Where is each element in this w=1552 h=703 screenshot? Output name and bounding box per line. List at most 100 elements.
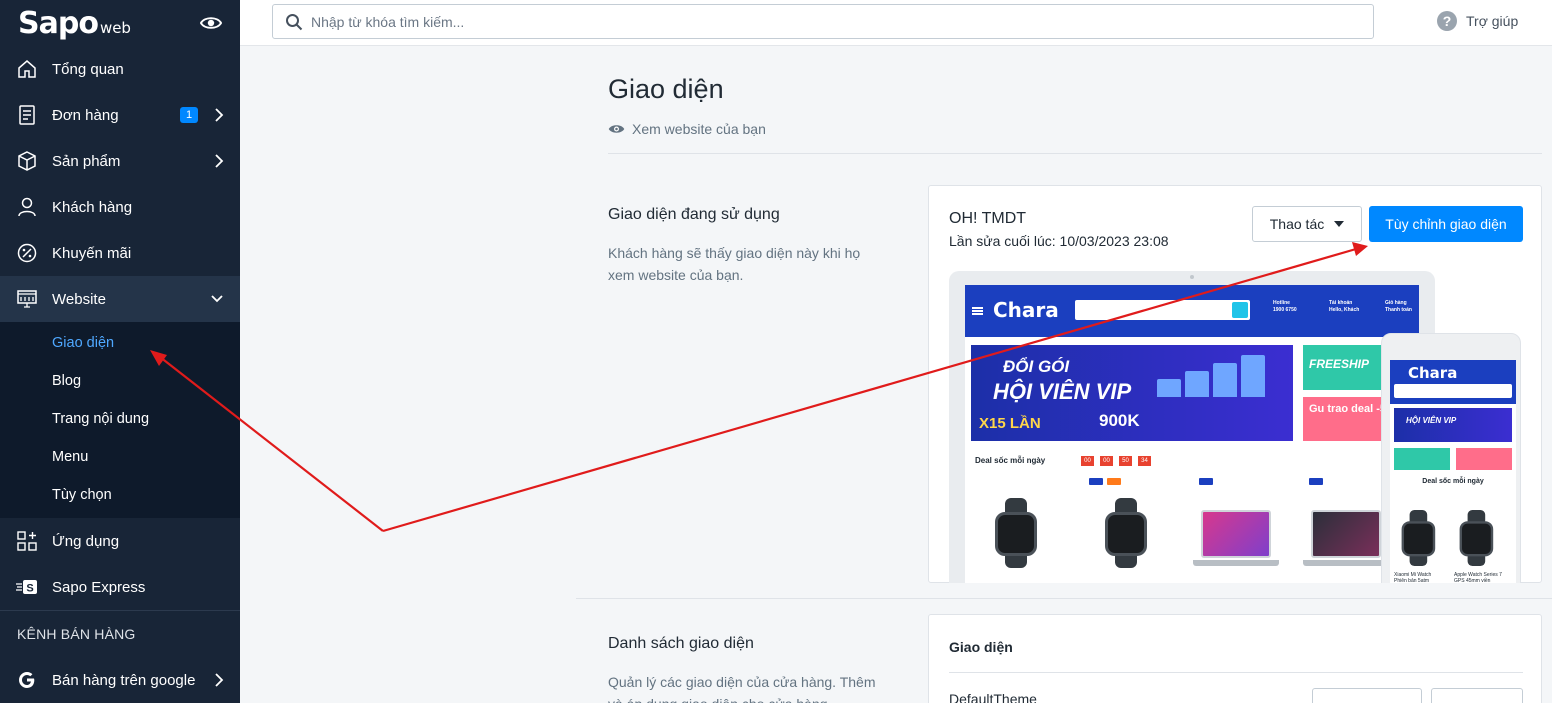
chevron-right-icon xyxy=(215,108,224,122)
help-link[interactable]: ? Trợ giúp xyxy=(1437,11,1518,31)
subnav-item-blog[interactable]: Blog xyxy=(0,362,240,400)
sidebar-item-apps[interactable]: Ứng dụng xyxy=(0,518,240,564)
chevron-down-icon xyxy=(211,295,223,303)
theme-actions-button[interactable] xyxy=(1312,688,1422,703)
search-icon xyxy=(286,13,303,30)
sidebar: Sapo web Tổng quan Đơn hàng 1 Sản phẩm Kh… xyxy=(0,0,240,703)
website-subnav: Giao diện Blog Trang nội dung Menu Tùy c… xyxy=(0,322,240,518)
search-box[interactable] xyxy=(272,4,1374,39)
current-theme-name: OH! TMDT xyxy=(949,210,1027,227)
chevron-right-icon xyxy=(215,154,224,168)
logo-bar: Sapo web xyxy=(0,0,240,46)
page-title: Giao diện xyxy=(608,74,724,104)
sidebar-item-customers[interactable]: Khách hàng xyxy=(0,184,240,230)
sapo-logo[interactable]: Sapo web xyxy=(18,6,131,41)
countdown-box: 50 xyxy=(1119,456,1132,466)
preview-cart: Giỏ hàng Thanh toán xyxy=(1385,300,1412,313)
preview-account: Tài khoản Hello, Khách xyxy=(1329,300,1360,313)
sidebar-item-google-sales[interactable]: Bán hàng trên google xyxy=(0,657,240,703)
product-tag xyxy=(1107,478,1121,485)
deal-title: Deal sốc mỗi ngày xyxy=(975,456,1046,465)
preview-product xyxy=(971,490,1061,583)
help-icon: ? xyxy=(1437,11,1457,31)
theme-secondary-button[interactable] xyxy=(1431,688,1523,703)
sidebar-item-orders[interactable]: Đơn hàng 1 xyxy=(0,92,240,138)
mobile-product xyxy=(1456,510,1506,570)
banner-price: 900K xyxy=(1099,411,1140,430)
sidebar-item-label: Tổng quan xyxy=(52,60,124,78)
camera-dot xyxy=(1190,275,1194,279)
hamburger-icon xyxy=(972,307,983,315)
mobile-preview: Chara HỘI VIÊN VIP Deal sốc mỗi ngày Xia… xyxy=(1381,333,1521,583)
theme-list-card: Giao diện DefaultTheme xyxy=(928,614,1542,703)
orders-count-badge: 1 xyxy=(180,107,198,123)
search-input[interactable] xyxy=(311,13,1311,30)
theme-list-card-title: Giao diện xyxy=(949,639,1013,655)
sales-channels-heading: KÊNH BÁN HÀNG xyxy=(17,626,136,642)
theme-list-section-desc: Quản lý các giao diện của cửa hàng. Thêm… xyxy=(608,674,876,703)
actions-label: Thao tác xyxy=(1269,216,1325,232)
preview-search xyxy=(1075,300,1250,320)
sidebar-item-label: Đơn hàng xyxy=(52,106,119,124)
customize-theme-button[interactable]: Tùy chỉnh giao diện xyxy=(1369,206,1523,242)
current-theme-section-title: Giao diện đang sử dụng xyxy=(608,206,780,223)
chevron-right-icon xyxy=(215,673,224,687)
mobile-preview-screen: Chara HỘI VIÊN VIP Deal sốc mỗi ngày Xia… xyxy=(1390,360,1516,583)
preview-shop-header: Chara Hotline 1900 6750 Tài khoản Hello, K… xyxy=(965,285,1419,337)
subnav-item-themes[interactable]: Giao diện xyxy=(0,324,240,362)
card-divider xyxy=(949,672,1523,673)
product-tag xyxy=(1089,478,1103,485)
preview-deal-bar: Deal sốc mỗi ngày 00 00 50 34 xyxy=(971,450,1419,472)
mobile-banner-text: HỘI VIÊN VIP xyxy=(1406,416,1457,425)
sidebar-item-label: Sapo Express xyxy=(52,578,146,596)
sidebar-item-website[interactable]: Website xyxy=(0,276,240,322)
sidebar-item-label: Khách hàng xyxy=(52,198,133,216)
subnav-item-pages[interactable]: Trang nội dung xyxy=(0,400,240,438)
current-theme-section-desc: Khách hàng sẽ thấy giao diện này khi họ … xyxy=(608,245,861,283)
desktop-preview: Chara Hotline 1900 6750 Tài khoản Hello, K… xyxy=(949,271,1435,583)
help-label: Trợ giúp xyxy=(1466,13,1519,29)
user-icon xyxy=(16,196,38,218)
view-website-link[interactable]: Xem website của bạn xyxy=(608,121,766,137)
preview-shop-logo: Chara xyxy=(993,298,1059,322)
sidebar-item-label: Sản phẩm xyxy=(52,152,121,170)
countdown-box: 00 xyxy=(1100,456,1113,466)
desktop-preview-screen: Chara Hotline 1900 6750 Tài khoản Hello, K… xyxy=(965,285,1419,583)
sidebar-item-products[interactable]: Sản phẩm xyxy=(0,138,240,184)
express-icon: S xyxy=(16,576,38,598)
preview-product xyxy=(1191,490,1281,583)
caret-down-icon xyxy=(1334,221,1345,227)
last-edited-text: Lần sửa cuối lúc: 10/03/2023 23:08 xyxy=(949,233,1169,249)
theme-list-section-title: Danh sách giao diện xyxy=(608,635,754,652)
box-icon xyxy=(16,150,38,172)
sidebar-item-overview[interactable]: Tổng quan xyxy=(0,46,240,92)
top-bar: ? Trợ giúp xyxy=(240,0,1552,46)
preview-product xyxy=(1081,490,1171,583)
banner-line2: HỘI VIÊN VIP xyxy=(993,379,1132,404)
mobile-deal-title: Deal sốc mỗi ngày xyxy=(1422,478,1484,485)
product-tag xyxy=(1309,478,1323,485)
banner-line1: ĐỔI GÓI xyxy=(1003,357,1070,376)
preview-hotline: Hotline 1900 6750 xyxy=(1273,300,1297,313)
banner-x15: X15 LẦN xyxy=(979,415,1041,432)
subnav-item-options[interactable]: Tùy chọn xyxy=(0,476,240,514)
eye-icon xyxy=(608,125,625,133)
current-theme-card: OH! TMDT Lần sửa cuối lúc: 10/03/2023 23… xyxy=(928,185,1542,583)
view-website-label: Xem website của bạn xyxy=(632,121,766,137)
sidebar-item-label: Website xyxy=(52,290,106,308)
percent-icon xyxy=(16,242,38,264)
title-divider xyxy=(608,153,1542,154)
subnav-item-menu[interactable]: Menu xyxy=(0,438,240,476)
sidebar-item-label: Khuyến mãi xyxy=(52,244,132,262)
section-divider xyxy=(576,598,1552,599)
theme-preview[interactable]: Chara Hotline 1900 6750 Tài khoản Hello, K… xyxy=(949,271,1524,583)
svg-text:S: S xyxy=(26,583,33,595)
actions-dropdown-button[interactable]: Thao tác xyxy=(1252,206,1362,242)
eye-icon[interactable] xyxy=(200,12,222,34)
google-icon xyxy=(16,669,38,691)
countdown-box: 00 xyxy=(1081,456,1094,466)
sidebar-item-promotions[interactable]: Khuyến mãi xyxy=(0,230,240,276)
sidebar-item-sapo-express[interactable]: S Sapo Express xyxy=(0,564,240,610)
preview-main-banner: ĐỔI GÓI HỘI VIÊN VIP X15 LẦN 900K xyxy=(971,345,1293,441)
preview-product xyxy=(1301,490,1391,583)
